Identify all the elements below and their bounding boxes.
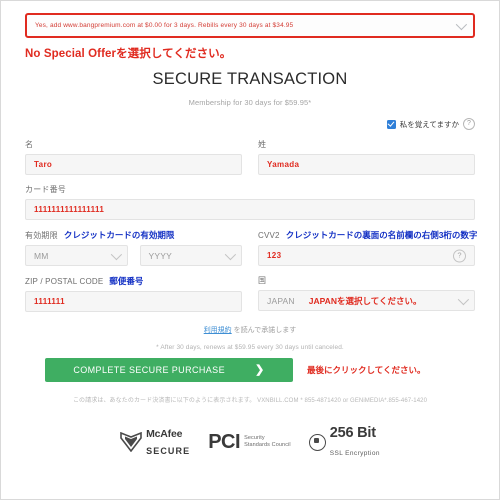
special-offer-select[interactable]: Yes, add www.bangpremium.com at $0.00 fo…: [25, 13, 475, 38]
checkout-page: Yes, add www.bangpremium.com at $0.00 fo…: [0, 0, 500, 500]
zip-annotation: 郵便番号: [109, 276, 144, 286]
lock-icon: [308, 433, 326, 451]
zip-country-row: ZIP / POSTAL CODE 郵便番号 1111111 国 JAPAN J…: [25, 275, 475, 312]
first-name-label: 名: [25, 140, 34, 149]
expiry-label: 有効期限: [25, 231, 58, 240]
card-number-label: カード番号: [25, 185, 66, 194]
cvv2-annotation: クレジットカードの裏面の名前欄の右側3桁の数字: [285, 230, 478, 240]
pci-line1-label: Security: [244, 435, 265, 442]
last-name-value: Yamada: [267, 160, 300, 169]
country-label: 国: [258, 276, 267, 285]
last-name-group: 姓 Yamada: [258, 139, 475, 175]
purchase-annotation: 最後にクリックしてください。: [307, 365, 426, 375]
ssl-bottom-label: SSL Encryption: [329, 450, 380, 457]
last-name-label: 姓: [258, 140, 267, 149]
chevron-down-icon: [224, 247, 237, 265]
first-name-group: 名 Taro: [25, 139, 242, 175]
expiry-annotation: クレジットカードの有効期限: [63, 230, 175, 240]
country-annotation: JAPANを選択してください。: [308, 295, 422, 306]
pci-word-label: PCI: [208, 430, 241, 453]
billing-descriptor: この請求は、あなたのカード決済書に以下のように表示されます。 VXNBILL.C…: [72, 398, 428, 404]
expiry-year-value: YYYY: [148, 250, 172, 261]
complete-purchase-button[interactable]: COMPLETE SECURE PURCHASE ❯: [45, 358, 293, 382]
purchase-row: COMPLETE SECURE PURCHASE ❯ 最後にクリックしてください…: [25, 358, 475, 382]
name-row: 名 Taro 姓 Yamada: [25, 139, 475, 175]
zip-input[interactable]: 1111111: [25, 291, 242, 312]
trust-badges: McAfee SECURE PCI Security Standards Cou…: [25, 424, 475, 460]
chevron-down-icon: [110, 247, 122, 265]
pci-badge: PCI Security Standards Council: [208, 431, 291, 454]
mcafee-top-label: McAfee: [146, 428, 183, 441]
pci-line2-label: Standards Council: [244, 442, 291, 448]
page-subtitle: Membership for 30 days for $59.95*: [188, 98, 312, 107]
mcafee-bottom-label: SECURE: [146, 446, 191, 456]
expiry-month-select[interactable]: MM: [25, 245, 128, 266]
first-name-input[interactable]: Taro: [25, 154, 242, 175]
zip-group: ZIP / POSTAL CODE 郵便番号 1111111: [25, 275, 242, 312]
zip-label: ZIP / POSTAL CODE: [25, 277, 104, 286]
country-group: 国 JAPAN JAPANを選択してください。: [258, 275, 475, 312]
terms-link[interactable]: 利用規約: [204, 327, 232, 334]
page-title: SECURE TRANSACTION: [152, 70, 348, 88]
chevron-down-icon: [457, 292, 470, 310]
country-value: JAPAN: [267, 295, 295, 306]
special-offer-selected-value: Yes, add www.bangpremium.com at $0.00 fo…: [35, 22, 294, 29]
remember-me-label: 私を覚えてますか: [399, 119, 459, 129]
ssl-badge: 256 Bit SSL Encryption: [308, 424, 380, 460]
chevron-down-icon: [455, 17, 468, 35]
ssl-top-label: 256 Bit: [329, 425, 376, 441]
expiry-month-value: MM: [34, 250, 49, 261]
expiry-group: 有効期限 クレジットカードの有効期限 MM YYYY: [25, 229, 242, 266]
checkout-content: Yes, add www.bangpremium.com at $0.00 fo…: [1, 1, 499, 460]
terms-line: 利用規約 を読んで承諾します: [25, 325, 475, 335]
terms-suffix: を読んで承諾します: [231, 327, 297, 334]
mcafee-shield-icon: [120, 431, 142, 453]
card-number-value: 1111111111111111: [34, 205, 105, 214]
mcafee-secure-badge: McAfee SECURE: [120, 425, 190, 459]
question-mark-icon[interactable]: ?: [463, 118, 475, 130]
complete-purchase-label: COMPLETE SECURE PURCHASE: [73, 365, 225, 375]
card-number-input[interactable]: 1111111111111111: [25, 199, 475, 220]
card-number-group: カード番号 1111111111111111: [25, 184, 475, 220]
offer-annotation: No Special Offerを選択してください。: [25, 48, 232, 60]
first-name-value: Taro: [34, 160, 53, 169]
cvv2-value: 123: [267, 251, 282, 260]
cvv2-input[interactable]: 123 ?: [258, 245, 475, 266]
zip-value: 1111111: [34, 297, 65, 306]
remember-me-row[interactable]: 私を覚えてますか ?: [25, 118, 475, 130]
question-mark-icon[interactable]: ?: [453, 249, 466, 262]
cvv2-group: CVV2 クレジットカードの裏面の名前欄の右側3桁の数字 123 ?: [258, 229, 478, 266]
chevron-right-icon: ❯: [255, 363, 265, 376]
renewal-fineprint: * After 30 days, renews at $59.95 every …: [156, 344, 344, 351]
expiry-cvv-row: 有効期限 クレジットカードの有効期限 MM YYYY CVV2 クレジットカード…: [25, 229, 478, 266]
expiry-year-select[interactable]: YYYY: [139, 245, 242, 266]
card-number-row: カード番号 1111111111111111: [25, 184, 475, 220]
last-name-input[interactable]: Yamada: [258, 154, 475, 175]
country-select[interactable]: JAPAN JAPANを選択してください。: [258, 290, 475, 311]
remember-me-checkbox[interactable]: [386, 119, 396, 129]
cvv2-label: CVV2: [258, 231, 280, 240]
